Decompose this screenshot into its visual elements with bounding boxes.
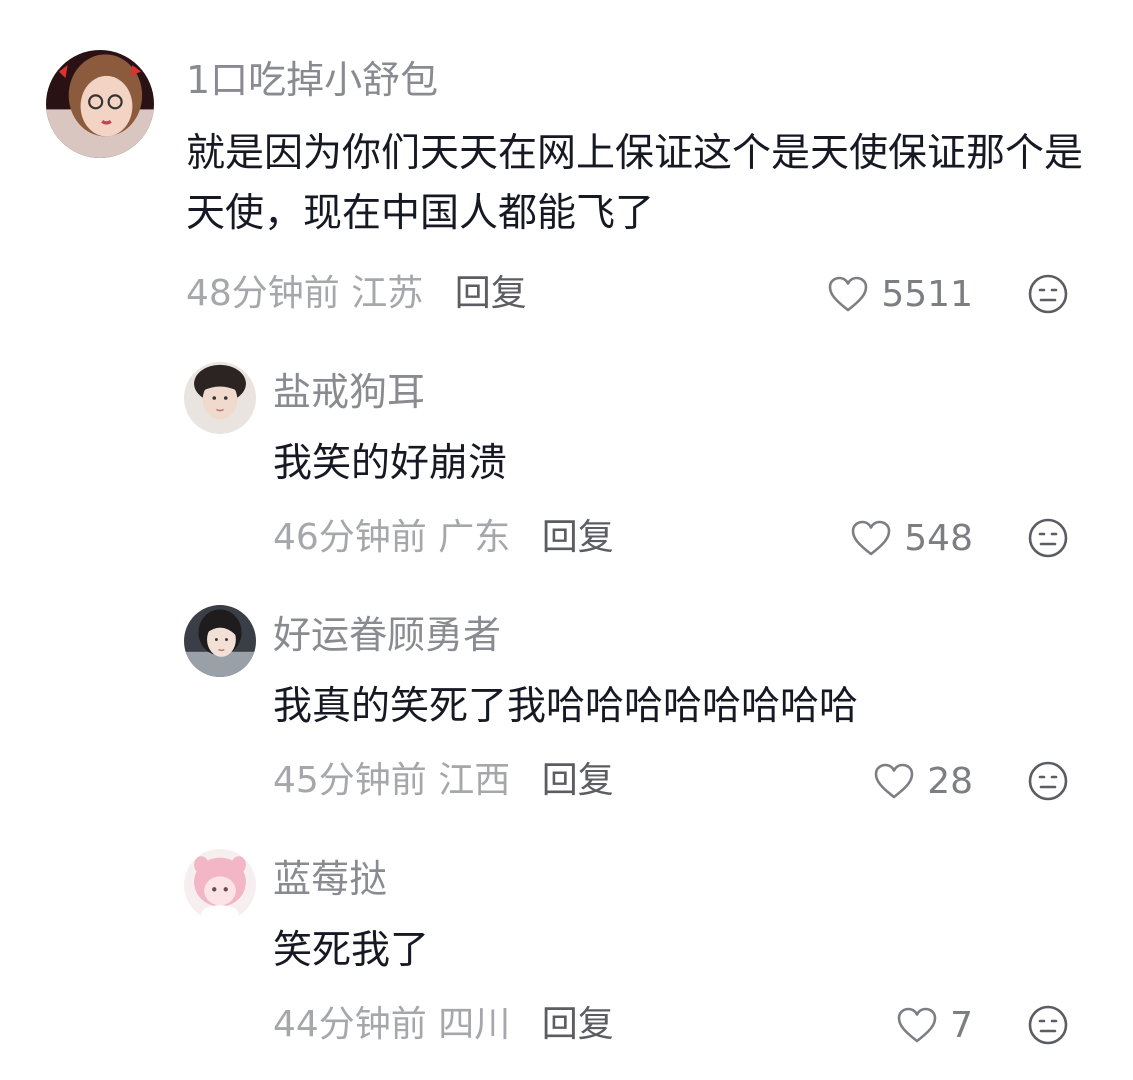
reply-button[interactable]: 回复	[455, 273, 527, 314]
like-button[interactable]: 548	[850, 512, 973, 564]
neutral-face-icon	[1028, 1005, 1068, 1045]
reply-location: 广东	[438, 517, 511, 558]
avatar-illustration-icon	[184, 849, 256, 921]
neutral-face-icon	[1028, 761, 1068, 801]
heart-outline-icon	[874, 763, 914, 799]
heart-outline-icon	[851, 520, 891, 556]
like-count: 7	[950, 1004, 973, 1046]
reply-location: 四川	[438, 1004, 511, 1045]
reply-button[interactable]: 回复	[542, 760, 614, 801]
like-button[interactable]: 7	[896, 999, 973, 1051]
like-button[interactable]: 28	[873, 755, 973, 807]
heart-outline-icon	[897, 1007, 937, 1043]
avatar[interactable]	[46, 50, 154, 158]
reply-time: 44分钟前	[273, 1004, 427, 1045]
like-count: 28	[927, 760, 973, 802]
dislike-button[interactable]	[1027, 517, 1069, 559]
avatar-photo-icon	[184, 605, 256, 677]
comment-meta: 48分钟前 江苏 回复	[186, 268, 527, 320]
reply-meta: 44分钟前 四川 回复	[273, 999, 614, 1051]
reply-time: 46分钟前	[273, 517, 427, 558]
reply-button[interactable]: 回复	[542, 1004, 614, 1045]
reply-meta: 45分钟前 江西 回复	[273, 755, 614, 807]
avatar[interactable]	[184, 849, 256, 921]
dislike-button[interactable]	[1027, 273, 1069, 315]
heart-outline-icon	[829, 276, 868, 312]
reply-location: 江西	[438, 760, 511, 801]
reply-button[interactable]: 回复	[542, 517, 614, 558]
neutral-face-icon	[1028, 274, 1068, 314]
comment-username[interactable]: 1口吃掉小舒包	[186, 52, 438, 108]
like-count: 548	[904, 517, 973, 559]
reply-time: 45分钟前	[273, 760, 427, 801]
dislike-button[interactable]	[1027, 760, 1069, 802]
avatar-photo-icon	[184, 362, 256, 434]
avatar[interactable]	[184, 605, 256, 677]
comment-time: 48分钟前	[186, 273, 340, 314]
avatar-photo-icon	[46, 50, 154, 158]
like-button[interactable]: 5511	[827, 268, 973, 320]
like-count: 5511	[881, 273, 973, 315]
dislike-button[interactable]	[1027, 1004, 1069, 1046]
reply-text: 笑死我了	[273, 928, 430, 973]
reply-meta: 46分钟前 广东 回复	[273, 512, 614, 564]
avatar[interactable]	[184, 362, 256, 434]
comment-location: 江苏	[351, 273, 424, 314]
reply-username[interactable]: 盐戒狗耳	[273, 364, 425, 420]
reply-username[interactable]: 好运眷顾勇者	[273, 607, 501, 663]
reply-text: 我真的笑死了我哈哈哈哈哈哈哈哈	[273, 684, 859, 729]
reply-username[interactable]: 蓝莓挞	[273, 851, 387, 907]
comment-text: 就是因为你们天天在网上保证这个是天使保证那个是天使，现在中国人都能飞了	[186, 131, 1084, 236]
reply-text: 我笑的好崩溃	[273, 441, 508, 486]
neutral-face-icon	[1028, 518, 1068, 558]
